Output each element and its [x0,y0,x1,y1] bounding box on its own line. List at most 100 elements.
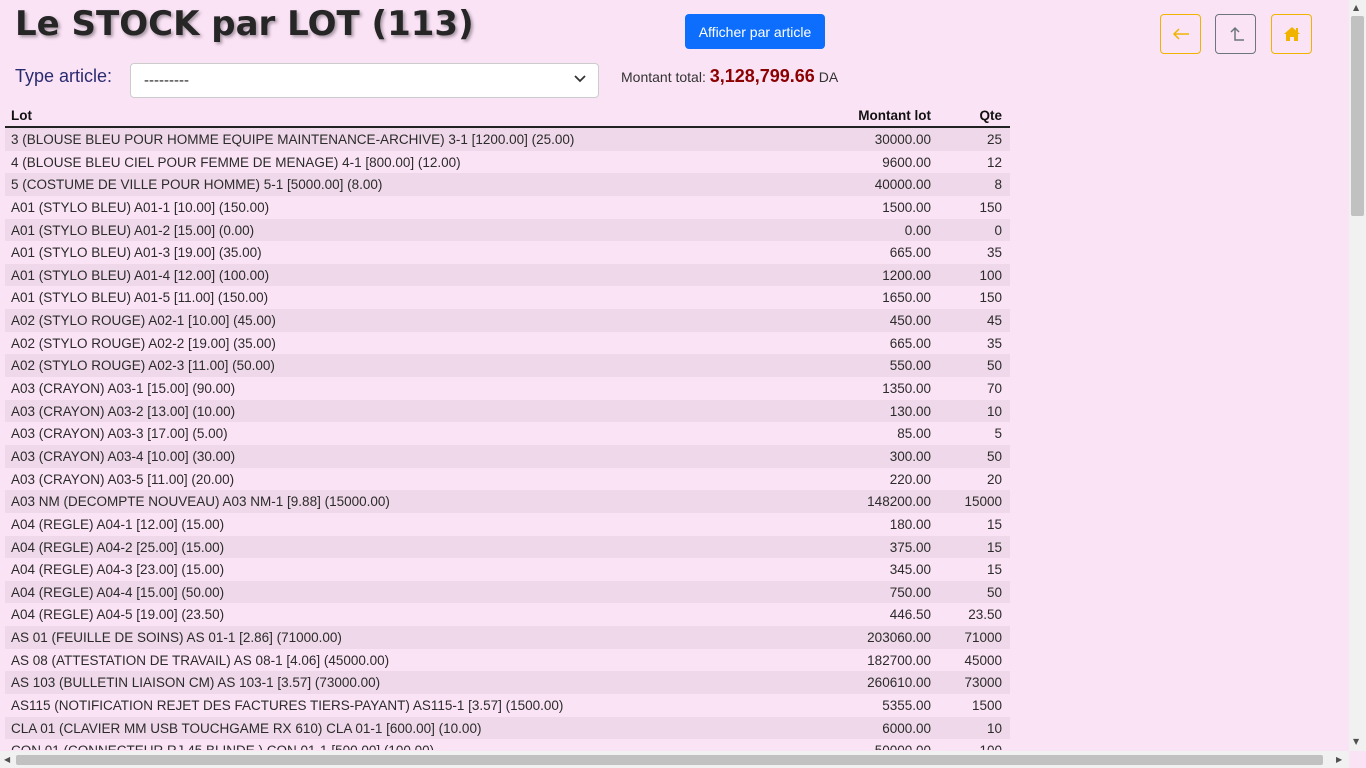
arrow-up-icon [1229,26,1244,41]
cell-lot: AS115 (NOTIFICATION REJET DES FACTURES T… [11,698,564,714]
cell-amount: 40000.00 [874,177,931,193]
cell-amount: 6000.00 [882,720,931,736]
table-row[interactable]: A04 (REGLE) A04-1 [12.00] (15.00) 180.00 1… [5,512,1010,536]
cell-lot: A02 (STYLO ROUGE) A02-2 [19.00] (35.00) [11,335,276,351]
cell-lot: A01 (STYLO BLEU) A01-5 [11.00] (150.00) [11,290,269,306]
show-by-article-button[interactable]: Afficher par article [685,14,825,49]
cell-amount: 148200.00 [867,494,931,510]
scroll-up-arrow-icon[interactable]: ▲ [1353,4,1359,12]
cell-lot: A04 (REGLE) A04-3 [23.00] (15.00) [11,562,225,578]
table-row[interactable]: 5 (COSTUME DE VILLE POUR HOMME) 5-1 [500… [5,173,1010,196]
cell-qty: 45 [986,313,1002,329]
table-row[interactable]: 3 (BLOUSE BLEU POUR HOMME EQUIPE MAINTEN… [5,128,1010,151]
cell-lot: A04 (REGLE) A04-2 [25.00] (15.00) [11,539,225,555]
header-amount[interactable]: Montant lot [858,108,931,123]
table-row[interactable]: A03 (CRAYON) A03-5 [11.00] (20.00) 220.00… [5,467,1010,491]
cell-lot: A03 NM (DECOMPTE NOUVEAU) A03 NM-1 [9.88… [11,494,390,510]
cell-qty: 15 [986,562,1002,578]
cell-qty: 10 [986,720,1002,736]
table-row[interactable]: A04 (REGLE) A04-2 [25.00] (15.00) 375.00 1… [5,535,1010,559]
cell-amount: 130.00 [889,403,931,419]
cell-qty: 70 [986,381,1002,397]
arrow-left-icon [1172,28,1189,40]
home-button[interactable] [1271,14,1312,54]
cell-lot: A01 (STYLO BLEU) A01-3 [19.00] (35.00) [11,245,262,261]
total-amount: Montant total: 3,128,799.66 DA [621,66,838,87]
table-row[interactable]: A03 (CRAYON) A03-1 [15.00] (90.00) 1350.0… [5,377,1010,400]
cell-lot: A04 (REGLE) A04-5 [19.00] (23.50) [11,607,225,623]
cell-qty: 15 [986,539,1002,555]
cell-amount: 375.00 [889,539,931,555]
cell-amount: 345.00 [889,562,931,578]
cell-amount: 203060.00 [867,630,931,646]
cell-qty: 8 [994,177,1002,193]
cell-lot: CLA 01 (CLAVIER MM USB TOUCHGAME RX 610)… [11,720,482,736]
table-row[interactable]: A01 (STYLO BLEU) A01-3 [19.00] (35.00) 66… [5,241,1010,264]
table-row[interactable]: AS 01 (FEUILLE DE SOINS) AS 01-1 [2.86] … [5,626,1010,649]
cell-lot: A04 (REGLE) A04-4 [15.00] (50.00) [11,584,225,600]
cell-lot: A03 (CRAYON) A03-2 [13.00] (10.00) [11,403,236,419]
header-lot[interactable]: Lot [11,108,32,123]
total-label: Montant total: [621,69,706,85]
table-row[interactable]: A03 NM (DECOMPTE NOUVEAU) A03 NM-1 [9.88… [5,490,1010,513]
cell-amount: 9600.00 [882,154,931,170]
table-row[interactable]: A01 (STYLO BLEU) A01-4 [12.00] (100.00) 1… [5,263,1010,287]
type-article-select[interactable]: --------- [130,63,599,98]
scroll-left-arrow-icon[interactable]: ◀ [4,756,10,764]
total-currency: DA [818,69,839,85]
cell-lot: A03 (CRAYON) A03-4 [10.00] (30.00) [11,448,236,464]
page-title: Le STOCK par LOT (113) [15,4,474,44]
table-row[interactable]: A04 (REGLE) A04-3 [23.00] (15.00) 345.00 1… [5,558,1010,581]
table-row[interactable]: A03 (CRAYON) A03-2 [13.00] (10.00) 130.00… [5,399,1010,423]
table-row[interactable]: AS 08 (ATTESTATION DE TRAVAIL) AS 08-1 [… [5,648,1010,672]
cell-amount: 182700.00 [867,652,931,668]
cell-amount: 1200.00 [882,267,931,283]
scroll-right-arrow-icon[interactable]: ▶ [1336,756,1342,764]
cell-amount: 665.00 [889,335,931,351]
cell-qty: 35 [986,335,1002,351]
table-row[interactable]: CLA 01 (CLAVIER MM USB TOUCHGAME RX 610)… [5,716,1010,740]
table-row[interactable]: A04 (REGLE) A04-5 [19.00] (23.50) 446.50 2… [5,603,1010,627]
cell-amount: 1350.00 [882,381,931,397]
table-row[interactable]: A02 (STYLO ROUGE) A02-2 [19.00] (35.00) 6… [5,331,1010,355]
table-row[interactable]: A04 (REGLE) A04-4 [15.00] (50.00) 750.00 5… [5,580,1010,604]
table-row[interactable]: CON 01 (CONNECTEUR RJ 45 BLINDE ) CON 01… [5,739,1010,750]
cell-amount: 220.00 [889,471,931,487]
table-row[interactable]: A01 (STYLO BLEU) A01-1 [10.00] (150.00) 1… [5,195,1010,219]
table-row[interactable]: A03 (CRAYON) A03-3 [17.00] (5.00) 85.00 5 [5,422,1010,445]
type-article-selected: --------- [144,72,189,89]
cell-amount: 1500.00 [882,199,931,215]
type-article-label: Type article: [15,66,113,86]
cell-lot: A04 (REGLE) A04-1 [12.00] (15.00) [11,516,225,532]
table-row[interactable]: A03 (CRAYON) A03-4 [10.00] (30.00) 300.00… [5,444,1010,468]
cell-qty: 0 [994,222,1002,238]
table-row[interactable]: A02 (STYLO ROUGE) A02-1 [10.00] (45.00) 4… [5,309,1010,332]
cell-qty: 12 [986,154,1002,170]
table-row[interactable]: 4 (BLOUSE BLEU CIEL POUR FEMME DE MENAGE… [5,150,1010,174]
cell-qty: 73000 [964,675,1002,691]
table-row[interactable]: AS115 (NOTIFICATION REJET DES FACTURES T… [5,694,1010,717]
cell-lot: AS 01 (FEUILLE DE SOINS) AS 01-1 [2.86] … [11,630,342,646]
stock-table: Lot Montant lot Qte 3 (BLOUSE BLEU POUR … [5,106,1010,750]
up-button[interactable] [1215,14,1256,54]
vertical-scroll-thumb[interactable] [1351,16,1364,216]
cell-lot: A03 (CRAYON) A03-5 [11.00] (20.00) [11,471,235,487]
table-body: 3 (BLOUSE BLEU POUR HOMME EQUIPE MAINTEN… [5,128,1010,750]
cell-qty: 1500 [971,698,1002,714]
table-row[interactable]: A02 (STYLO ROUGE) A02-3 [11.00] (50.00) 5… [5,354,1010,378]
home-icon [1283,27,1300,41]
cell-qty: 15 [986,516,1002,532]
cell-lot: A01 (STYLO BLEU) A01-4 [12.00] (100.00) [11,267,270,283]
cell-lot: A03 (CRAYON) A03-3 [17.00] (5.00) [11,426,228,442]
header-qty[interactable]: Qte [979,108,1002,123]
scroll-down-arrow-icon[interactable]: ▼ [1353,738,1359,746]
table-row[interactable]: AS 103 (BULLETIN LIAISON CM) AS 103-1 [3… [5,671,1010,695]
cell-amount: 50000.00 [875,743,931,750]
cell-amount: 665.00 [889,245,931,261]
back-button[interactable] [1160,14,1201,54]
table-row[interactable]: A01 (STYLO BLEU) A01-2 [15.00] (0.00) 0.0… [5,218,1010,242]
table-row[interactable]: A01 (STYLO BLEU) A01-5 [11.00] (150.00) 1… [5,286,1010,310]
cell-qty: 150 [979,199,1002,215]
horizontal-scroll-thumb[interactable] [16,755,1323,765]
cell-amount: 85.00 [897,426,931,442]
